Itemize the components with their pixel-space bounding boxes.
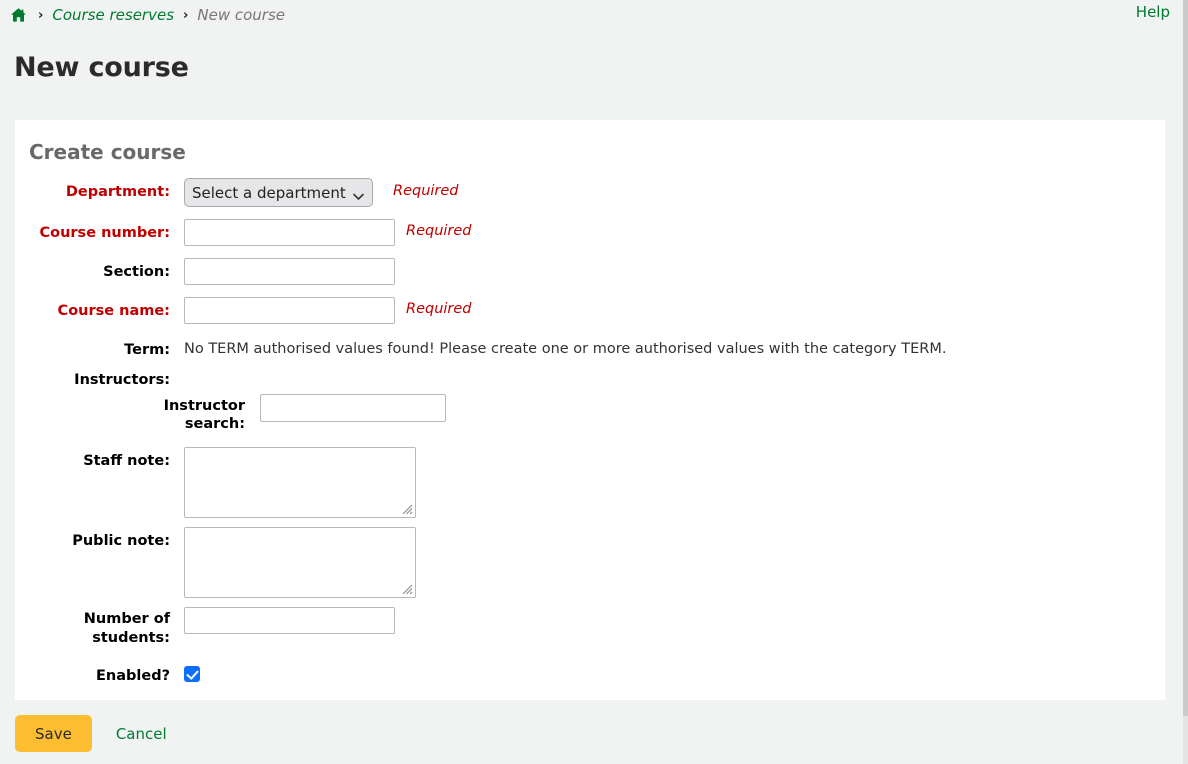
staff-note-wrap <box>184 447 416 518</box>
breadcrumb-item-course-reserves[interactable]: Course reserves <box>52 6 174 24</box>
department-label: Department: <box>15 178 170 202</box>
department-required-hint: Required <box>393 178 459 199</box>
public-note-label: Public note: <box>15 527 170 551</box>
form-row-section: Section: <box>15 258 1165 285</box>
page-title: New course <box>14 52 1188 83</box>
card-heading: Create course <box>29 140 1165 164</box>
breadcrumb-separator-1: › <box>38 9 43 22</box>
form-row-course-name: Course name: Required <box>15 297 1165 324</box>
scrollbar-track[interactable] <box>1183 0 1188 764</box>
number-of-students-field <box>184 607 395 634</box>
breadcrumb-separator-2: › <box>183 9 188 22</box>
term-message: No TERM authorised values found! Please … <box>184 336 946 359</box>
form-row-staff-note: Staff note: <box>15 447 1165 518</box>
enabled-field <box>184 662 200 682</box>
public-note-field <box>184 527 416 598</box>
form-row-instructor-search: Instructor search: <box>15 394 1165 433</box>
course-number-field: Required <box>184 219 472 246</box>
form-row-course-number: Course number: Required <box>15 219 1165 246</box>
public-note-textarea[interactable] <box>184 527 416 598</box>
cancel-link[interactable]: Cancel <box>116 725 167 743</box>
form-row-public-note: Public note: <box>15 527 1165 598</box>
save-button[interactable]: Save <box>15 715 92 752</box>
create-course-form: Department: Select a department Required <box>15 178 1165 686</box>
department-select[interactable]: Select a department <box>184 178 373 207</box>
section-label: Section: <box>15 258 170 282</box>
enabled-checkbox[interactable] <box>184 666 200 682</box>
form-actions: Save Cancel <box>15 715 167 752</box>
term-label: Term: <box>15 336 170 360</box>
home-icon[interactable] <box>10 7 27 23</box>
instructor-search-input[interactable] <box>260 394 446 422</box>
enabled-label: Enabled? <box>15 662 170 686</box>
section-field <box>184 258 395 285</box>
course-name-field: Required <box>184 297 472 324</box>
create-course-card: Create course Department: Select a depar… <box>15 120 1165 700</box>
form-row-department: Department: Select a department Required <box>15 178 1165 207</box>
form-row-number-of-students: Number of students: <box>15 607 1165 648</box>
staff-note-label: Staff note: <box>15 447 170 471</box>
instructors-label: Instructors: <box>15 366 170 390</box>
number-of-students-input[interactable] <box>184 607 395 634</box>
course-number-required-hint: Required <box>406 219 472 239</box>
department-field: Select a department Required <box>184 178 459 207</box>
form-row-term: Term: No TERM authorised values found! P… <box>15 336 1165 360</box>
course-name-label: Course name: <box>15 297 170 321</box>
course-name-required-hint: Required <box>406 297 472 317</box>
course-name-input[interactable] <box>184 297 395 324</box>
help-link[interactable]: Help <box>1136 3 1170 21</box>
course-number-input[interactable] <box>184 219 395 246</box>
instructor-search-label: Instructor search: <box>145 394 245 433</box>
scrollbar-thumb[interactable] <box>1183 0 1188 716</box>
public-note-wrap <box>184 527 416 598</box>
breadcrumb-item-new-course: New course <box>197 6 285 24</box>
staff-note-textarea[interactable] <box>184 447 416 518</box>
term-field: No TERM authorised values found! Please … <box>184 336 946 359</box>
form-row-instructors: Instructors: <box>15 366 1165 390</box>
number-of-students-label: Number of students: <box>15 607 170 648</box>
department-select-wrap: Select a department <box>184 178 373 207</box>
course-number-label: Course number: <box>15 219 170 243</box>
staff-note-field <box>184 447 416 518</box>
form-row-enabled: Enabled? <box>15 662 1165 686</box>
section-input[interactable] <box>184 258 395 285</box>
breadcrumb: › Course reserves › New course Help <box>0 0 1188 30</box>
